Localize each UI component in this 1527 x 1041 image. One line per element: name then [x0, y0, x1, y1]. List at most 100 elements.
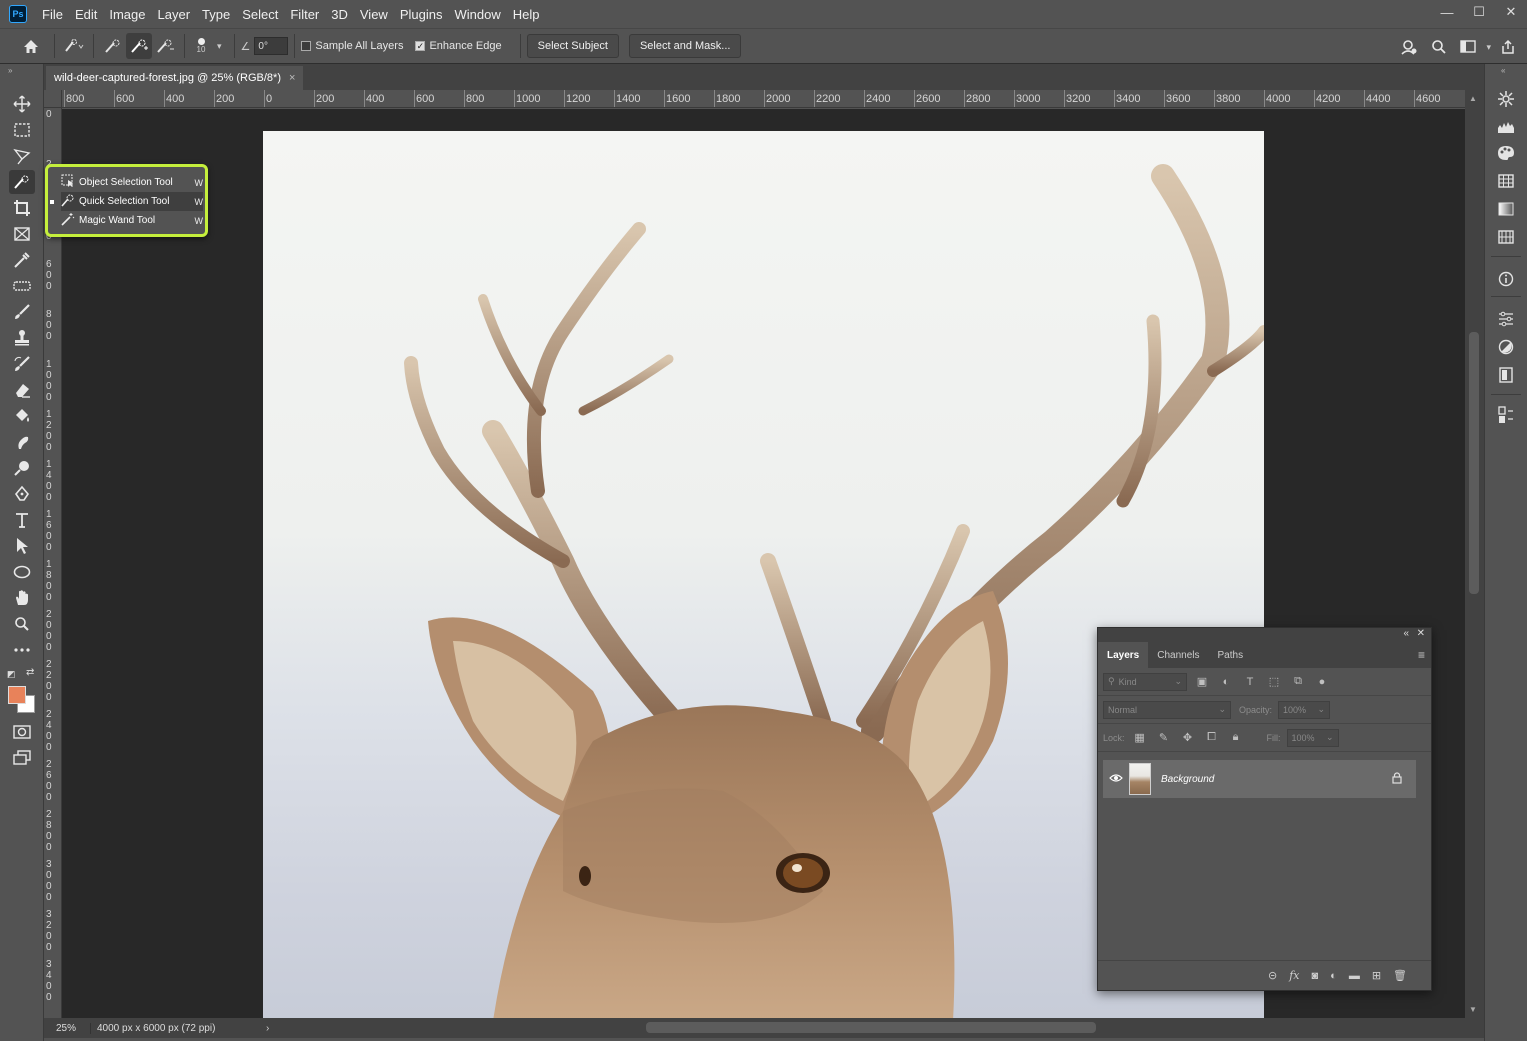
blend-mode-select[interactable]: Normal ⌄ — [1103, 700, 1231, 719]
adjustments-icon[interactable] — [1493, 336, 1519, 358]
menu-3d[interactable]: 3D — [325, 7, 354, 22]
chevron-down-icon[interactable]: ▾ — [217, 41, 222, 52]
select-and-mask-button[interactable]: Select and Mask... — [628, 34, 742, 58]
collapse-arrows-icon[interactable]: » — [8, 66, 12, 75]
layer-lock-icon[interactable] — [1392, 771, 1402, 787]
pen-tool-icon[interactable] — [9, 482, 35, 506]
status-menu-arrow-icon[interactable]: › — [266, 1023, 269, 1034]
layer-style-fx-icon[interactable]: fx — [1289, 969, 1299, 982]
default-colors-icon[interactable]: ◩ — [7, 669, 16, 680]
menu-help[interactable]: Help — [507, 7, 546, 22]
lock-image-pixels-icon[interactable]: ✎ — [1155, 731, 1173, 744]
add-to-selection-icon[interactable] — [126, 33, 152, 59]
panel-title-bar[interactable]: « ✕ — [1098, 628, 1431, 642]
new-group-folder-icon[interactable]: ▬ — [1349, 970, 1360, 982]
dodge-tool-icon[interactable] — [9, 456, 35, 480]
vertical-scrollbar[interactable]: ▲ ▼ — [1465, 90, 1484, 1018]
brush-tool-icon[interactable] — [9, 300, 35, 324]
scroll-up-icon[interactable]: ▲ — [1469, 94, 1477, 103]
menu-layer[interactable]: Layer — [152, 7, 197, 22]
quick-selection-tool-icon[interactable] — [9, 170, 35, 194]
document-tab[interactable]: wild-deer-captured-forest.jpg @ 25% (RGB… — [46, 66, 304, 90]
visibility-eye-icon[interactable] — [1103, 772, 1129, 786]
swap-colors-icon[interactable]: ⇄ — [26, 667, 34, 678]
zoom-tool-icon[interactable] — [9, 612, 35, 636]
eraser-tool-icon[interactable] — [9, 378, 35, 402]
menu-filter[interactable]: Filter — [284, 7, 325, 22]
delete-layer-trash-icon[interactable]: 🗑︎ — [1393, 969, 1407, 982]
gradients-icon[interactable] — [1493, 198, 1519, 220]
type-tool-icon[interactable] — [9, 508, 35, 532]
chevron-down-icon[interactable]: ▾ — [1486, 42, 1491, 53]
workspace-icon[interactable] — [1456, 34, 1482, 60]
home-icon[interactable] — [18, 33, 44, 59]
select-subject-button[interactable]: Select Subject — [526, 34, 619, 58]
menu-window[interactable]: Window — [448, 7, 506, 22]
expand-panels-icon[interactable]: « — [1501, 66, 1505, 75]
share-icon[interactable] — [1495, 34, 1521, 60]
layer-row-background[interactable]: Background — [1103, 760, 1416, 798]
patterns-icon[interactable] — [1493, 226, 1519, 248]
menu-select[interactable]: Select — [236, 7, 284, 22]
new-selection-icon[interactable] — [100, 33, 126, 59]
frame-tool-icon[interactable] — [9, 222, 35, 246]
scroll-down-icon[interactable]: ▼ — [1469, 1005, 1477, 1014]
filter-shape-icon[interactable]: ⬚ — [1265, 675, 1283, 688]
smudge-tool-icon[interactable] — [9, 430, 35, 454]
quick-selection-tool-item[interactable]: Quick Selection Tool W — [61, 192, 203, 211]
quick-mask-icon[interactable] — [9, 720, 35, 744]
checkbox-box[interactable] — [301, 41, 312, 51]
swatches-grid-icon[interactable] — [1493, 170, 1519, 192]
vertical-ruler[interactable]: 0200400600800100012001400160018002000220… — [44, 108, 62, 1018]
filter-adjustment-icon[interactable]: ◐ — [1217, 676, 1235, 688]
ruler-origin[interactable] — [44, 90, 62, 108]
collapse-panel-icon[interactable]: « — [1403, 628, 1409, 639]
swatches-palette-icon[interactable] — [1493, 142, 1519, 164]
horizontal-ruler[interactable]: 800 600 400 200 0 200 400 600 800 1000 1200 1400 160… — [62, 90, 1465, 108]
eyedropper-tool-icon[interactable] — [9, 248, 35, 272]
color-wheel-icon[interactable] — [1493, 88, 1519, 110]
magic-wand-tool-item[interactable]: Magic Wand Tool W — [61, 211, 203, 230]
rectangular-marquee-tool-icon[interactable] — [9, 118, 35, 142]
brush-size-picker[interactable]: 10 — [191, 38, 211, 54]
opacity-field[interactable]: 100% ⌄ — [1278, 700, 1331, 719]
new-adjustment-layer-icon[interactable]: ◐ — [1330, 970, 1337, 982]
close-panel-icon[interactable]: ✕ — [1417, 628, 1425, 639]
healing-brush-tool-icon[interactable] — [9, 274, 35, 298]
link-layers-icon[interactable]: ⊝ — [1268, 969, 1277, 982]
filter-type-icon[interactable]: T — [1241, 676, 1259, 688]
horizontal-scrollbar[interactable] — [294, 1022, 1454, 1033]
histogram-icon[interactable] — [1493, 116, 1519, 138]
lasso-tool-icon[interactable] — [9, 144, 35, 168]
learn-icon[interactable] — [1396, 34, 1422, 60]
tab-paths[interactable]: Paths — [1209, 642, 1253, 668]
sample-all-layers-checkbox[interactable]: Sample All Layers — [301, 40, 403, 52]
menu-type[interactable]: Type — [196, 7, 236, 22]
screen-mode-icon[interactable] — [9, 746, 35, 770]
move-tool-icon[interactable] — [9, 92, 35, 116]
libraries-icon[interactable] — [1493, 364, 1519, 386]
filter-toggle-icon[interactable]: ● — [1313, 676, 1331, 688]
maximize-button[interactable]: ☐ — [1463, 0, 1495, 24]
menu-image[interactable]: Image — [103, 7, 151, 22]
foreground-color-swatch[interactable] — [8, 686, 26, 704]
tab-layers[interactable]: Layers — [1098, 642, 1149, 668]
paint-bucket-tool-icon[interactable] — [9, 404, 35, 428]
filter-pixel-icon[interactable]: ▣ — [1193, 675, 1211, 688]
properties-sliders-icon[interactable] — [1493, 308, 1519, 330]
lock-position-icon[interactable]: ✥ — [1179, 731, 1197, 744]
vertical-scroll-thumb[interactable] — [1469, 332, 1479, 594]
horizontal-scroll-thumb[interactable] — [646, 1022, 1096, 1033]
lock-transparent-pixels-icon[interactable]: ▦ — [1131, 731, 1149, 744]
panel-menu-icon[interactable]: ≡ — [1418, 648, 1425, 662]
add-mask-icon[interactable]: ◙ — [1312, 970, 1319, 982]
lock-artboard-icon[interactable]: ⧠ — [1203, 731, 1221, 744]
fill-field[interactable]: 100% ⌄ — [1286, 728, 1339, 747]
filter-kind-select[interactable]: ⚲ Kind ⌄ — [1103, 672, 1187, 691]
hand-tool-icon[interactable] — [9, 586, 35, 610]
clone-stamp-tool-icon[interactable] — [9, 326, 35, 350]
menu-file[interactable]: File — [36, 7, 69, 22]
tab-channels[interactable]: Channels — [1148, 642, 1208, 668]
search-icon[interactable] — [1426, 34, 1452, 60]
enhance-edge-checkbox[interactable]: ✓ Enhance Edge — [415, 40, 502, 52]
